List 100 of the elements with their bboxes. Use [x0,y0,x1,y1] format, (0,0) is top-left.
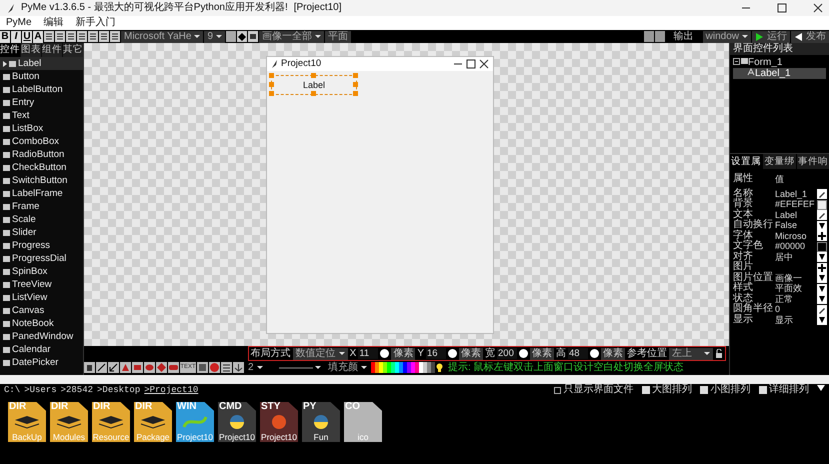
widget-item[interactable]: Calendar [0,343,83,356]
number-field[interactable]: 48 [568,348,588,360]
widget-item[interactable]: Label [0,57,83,70]
dropdown-button[interactable] [817,220,827,231]
number-field[interactable]: 200 [497,348,517,360]
align-icon[interactable] [110,31,120,42]
tree-item[interactable]: Label_1 [733,68,826,79]
radio-button[interactable] [590,349,599,358]
publish-button[interactable]: 发布 [791,30,829,42]
panel-tab[interactable]: 组件 [42,43,62,57]
path-segment[interactable]: >Project10 [144,384,198,396]
align-icon[interactable] [66,31,76,42]
widget-item[interactable]: TreeView [0,278,83,291]
panel-tab[interactable]: 变量绑 [763,154,796,170]
output-button[interactable]: 输出 [674,30,694,42]
format-button[interactable]: B [0,30,10,42]
radio-button[interactable] [380,349,390,358]
menu-item[interactable]: PyMe [6,17,32,29]
maximize-icon[interactable] [777,3,787,13]
close-icon[interactable] [479,59,489,69]
close-icon[interactable] [813,3,823,13]
widget-item[interactable]: Entry [0,96,83,109]
widget-item[interactable]: PanedWindow [0,330,83,343]
widget-item[interactable]: Canvas [0,304,83,317]
panel-tab[interactable]: 其它 [63,43,83,57]
add-button[interactable] [817,231,827,242]
trash-icon[interactable] [84,362,95,373]
align-icon[interactable] [77,31,87,42]
collapse-icon[interactable] [733,58,740,65]
color-palette[interactable] [371,362,435,373]
widget-item[interactable]: ListBox [0,122,83,135]
format-button[interactable]: U [22,30,32,42]
view-option[interactable]: 大图排列 [652,384,692,396]
view-option[interactable]: 详细排列 [769,384,809,396]
image-mode-dropdown[interactable]: 画像一全部 [259,30,324,42]
widget-item[interactable]: ListView [0,291,83,304]
resize-handle[interactable] [311,91,316,96]
ellipse-icon[interactable] [144,362,155,373]
path-segment[interactable]: >28542 [60,384,94,396]
lock-icon[interactable] [715,348,723,358]
widget-item[interactable]: LabelButton [0,83,83,96]
widget-item[interactable]: Scale [0,213,83,226]
tree-item[interactable]: Form_1 [733,57,826,68]
path-segment[interactable]: C:\ [4,384,20,396]
widget-item[interactable]: ComboBox [0,135,83,148]
widget-item[interactable]: SwitchButton [0,174,83,187]
number-field[interactable]: 16 [426,348,446,360]
widget-item[interactable]: NoteBook [0,317,83,330]
dropdown-button[interactable] [817,252,827,262]
widget-item[interactable]: Frame [0,200,83,213]
path-segment[interactable]: >Users [24,384,57,396]
style-field[interactable]: 平面 [325,30,351,42]
checkbox[interactable] [554,386,561,394]
view-icon[interactable] [758,386,766,394]
arrow-icon[interactable] [108,362,119,373]
color-swatch[interactable] [817,242,827,252]
maximize-icon[interactable] [466,59,476,69]
diamond-icon[interactable] [237,31,247,42]
file-icon[interactable]: CMD Project10 [218,402,256,442]
label-widget[interactable]: Label [271,75,357,95]
download-icon[interactable] [233,362,244,373]
menu-item[interactable]: 编辑 [44,17,64,29]
dropdown-button[interactable] [817,315,827,326]
align-icon[interactable] [99,31,109,42]
target-dropdown[interactable]: window [702,30,751,42]
align-icon[interactable] [88,31,98,42]
radio-button[interactable] [519,349,528,358]
widget-item[interactable]: Button [0,70,83,83]
path-segment[interactable]: >Desktop [97,384,140,396]
widget-item[interactable]: Progress [0,239,83,252]
widget-item[interactable]: SpinBox [0,265,83,278]
anchor-dropdown[interactable]: 左上 [669,348,713,360]
edit-button[interactable] [817,210,827,220]
mode-dropdown[interactable]: 数值定位 [292,348,348,360]
circle-icon[interactable] [209,362,220,373]
line-icon[interactable] [96,362,107,373]
format-button[interactable]: I [11,30,21,42]
align-icon[interactable] [44,31,54,42]
view-icon[interactable] [642,386,650,394]
layers-icon[interactable] [221,362,232,373]
widget-item[interactable]: Text [0,109,83,122]
resize-handle[interactable] [311,73,316,78]
dropdown-button[interactable] [817,284,827,294]
widget-item[interactable]: LabelFrame [0,187,83,200]
widget-item[interactable]: RadioButton [0,148,83,161]
widget-item[interactable]: CheckButton [0,161,83,174]
run-button[interactable]: 运行 [752,30,790,42]
rounded-rectangle-icon[interactable] [168,362,179,373]
add-button[interactable] [817,262,827,273]
panel-tab[interactable]: 图表 [21,43,41,57]
color-swatch[interactable] [817,200,827,210]
panel-tab[interactable]: 事件响 [796,154,829,170]
widget-item[interactable]: ProgressDial [0,252,83,265]
edit-button[interactable] [817,304,827,315]
radio-button[interactable] [448,349,457,358]
dropdown-button[interactable] [817,294,827,304]
edit-button[interactable] [817,189,827,200]
widget-item[interactable]: DatePicker [0,356,83,369]
panel-tab[interactable]: 控件 [0,43,20,57]
number-field[interactable]: 11 [358,348,378,360]
